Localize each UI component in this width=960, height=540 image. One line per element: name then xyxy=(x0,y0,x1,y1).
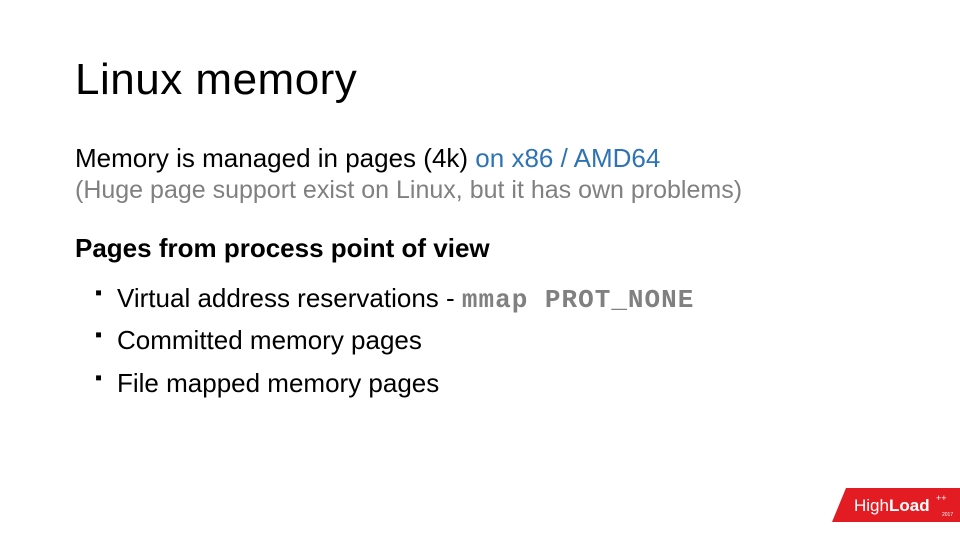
bullet-text: File mapped memory pages xyxy=(117,368,439,398)
slide-title: Linux memory xyxy=(75,55,885,105)
intro-note: (Huge page support exist on Linux, but i… xyxy=(75,176,885,205)
highload-logo: HighLoad ++ 2017 xyxy=(832,488,960,522)
bullet-mono: mmap PROT_NONE xyxy=(462,285,694,315)
list-item: File mapped memory pages xyxy=(95,363,885,405)
bullet-text: Committed memory pages xyxy=(117,325,422,355)
intro-line: Memory is managed in pages (4k) on x86 /… xyxy=(75,143,885,174)
list-item: Virtual address reservations - mmap PROT… xyxy=(95,278,885,320)
slide: Linux memory Memory is managed in pages … xyxy=(0,0,960,540)
logo-text: HighLoad xyxy=(854,496,930,515)
logo-bold: Load xyxy=(889,496,930,515)
subhead: Pages from process point of view xyxy=(75,233,885,264)
list-item: Committed memory pages xyxy=(95,320,885,362)
intro-arch: on x86 / AMD64 xyxy=(475,143,660,173)
logo-light: High xyxy=(854,496,889,515)
logo-svg: HighLoad ++ 2017 xyxy=(832,488,960,522)
bullet-list: Virtual address reservations - mmap PROT… xyxy=(75,278,885,405)
logo-plus: ++ xyxy=(936,493,947,503)
bullet-text: Virtual address reservations - xyxy=(117,283,462,313)
logo-year: 2017 xyxy=(942,512,953,518)
intro-prefix: Memory is managed in pages (4k) xyxy=(75,143,475,173)
